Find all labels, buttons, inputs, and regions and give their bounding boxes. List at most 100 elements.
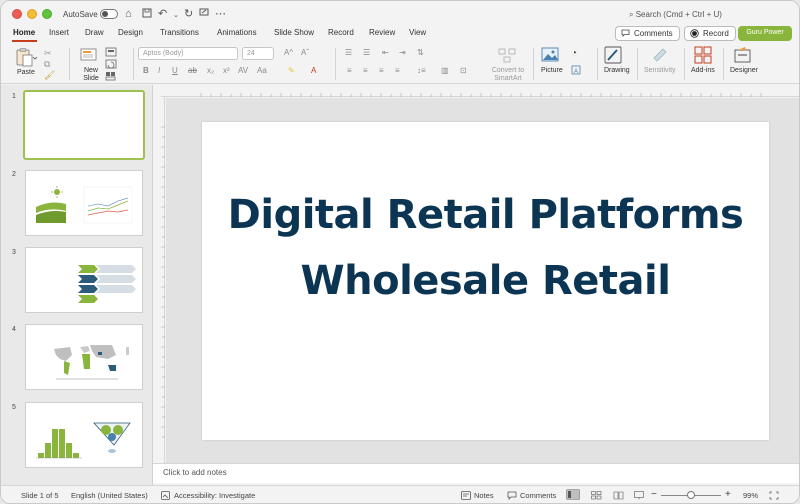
zoom-in-icon[interactable]: +	[725, 489, 731, 500]
comments-toggle-icon[interactable]	[507, 491, 517, 502]
section-icon[interactable]	[105, 71, 119, 83]
italic-icon[interactable]: I	[158, 66, 160, 75]
zoom-out-icon[interactable]: −	[651, 489, 657, 500]
drawing-icon[interactable]	[604, 46, 624, 66]
decrease-font-icon[interactable]: Aˇ	[301, 48, 309, 57]
align-left-icon[interactable]: ≡	[347, 66, 352, 75]
slide-thumbnail-1[interactable]	[23, 90, 145, 160]
font-color-icon[interactable]: A	[311, 66, 316, 75]
ruler-ticks	[200, 93, 762, 97]
undo-icon[interactable]: ↶	[158, 8, 167, 20]
record-button[interactable]: Record	[684, 26, 736, 41]
sensitivity-icon[interactable]	[651, 46, 669, 66]
shapes-icon[interactable]: ◔	[571, 48, 577, 59]
smartart-icon[interactable]	[497, 47, 517, 67]
slide-show-icon[interactable]	[634, 491, 644, 502]
slide-thumbnail-2[interactable]	[25, 170, 143, 236]
increase-indent-icon[interactable]: ⇥	[399, 48, 406, 57]
fit-to-window-icon[interactable]	[769, 491, 779, 502]
autosave-label: AutoSave	[63, 10, 98, 19]
highlight-icon[interactable]: ✎	[288, 66, 295, 75]
maximize-window-button[interactable]	[42, 9, 52, 19]
font-size-dropdown[interactable]: 24	[242, 47, 274, 60]
tab-slide-show[interactable]: Slide Show	[274, 28, 314, 37]
align-right-icon[interactable]: ≡	[379, 66, 384, 75]
columns-icon[interactable]: ▥	[441, 66, 449, 75]
reset-icon[interactable]	[105, 59, 119, 71]
slide-thumbnail-4[interactable]	[25, 324, 143, 390]
tab-home[interactable]: Home	[13, 28, 35, 37]
tab-record[interactable]: Record	[328, 28, 354, 37]
font-name-dropdown[interactable]: Aptos (Body)	[138, 47, 238, 60]
tab-design[interactable]: Design	[118, 28, 143, 37]
autosave-toggle[interactable]	[100, 9, 118, 19]
bullets-icon[interactable]: ☰	[345, 48, 352, 57]
slide-thumbnail-3[interactable]	[25, 247, 143, 313]
text-direction-icon[interactable]: ⇅	[417, 48, 424, 57]
copy-icon[interactable]: ⧉	[44, 59, 50, 70]
save-icon[interactable]	[142, 8, 152, 21]
addins-icon[interactable]	[694, 46, 712, 66]
reading-view-icon[interactable]	[613, 491, 624, 502]
tab-draw[interactable]: Draw	[85, 28, 104, 37]
zoom-level[interactable]: 99%	[743, 491, 758, 500]
format-brush-icon[interactable]: 🖌	[44, 70, 55, 81]
numbering-icon[interactable]: ☰	[363, 48, 370, 57]
new-slide-icon[interactable]	[79, 47, 99, 67]
subscript-icon[interactable]: x₂	[207, 66, 214, 75]
vertical-ruler	[153, 97, 165, 463]
ribbon-separator	[637, 48, 638, 80]
close-window-button[interactable]	[12, 9, 22, 19]
tab-review[interactable]: Review	[369, 28, 395, 37]
search-box[interactable]: ⌕ Search (Cmd + Ctrl + U)	[629, 10, 722, 20]
tab-transitions[interactable]: Transitions	[160, 28, 199, 37]
ruler-ticks	[161, 126, 165, 438]
strikethrough-icon[interactable]: ab	[188, 66, 197, 75]
format-painter-icon[interactable]	[199, 8, 209, 21]
align-text-icon[interactable]: ⊡	[460, 66, 467, 75]
guru-power-button[interactable]: Guru Power	[738, 26, 792, 41]
slide-title[interactable]: Digital Retail Platforms Wholesale Retai…	[202, 182, 769, 314]
picture-icon[interactable]	[541, 47, 561, 65]
underline-icon[interactable]: U	[172, 66, 178, 75]
current-slide[interactable]: Digital Retail Platforms Wholesale Retai…	[202, 122, 769, 440]
increase-font-icon[interactable]: A^	[284, 48, 293, 57]
bold-icon[interactable]: B	[143, 66, 149, 75]
text-effects-icon[interactable]: AV	[238, 66, 248, 75]
notes-toggle-label[interactable]: Notes	[474, 491, 494, 500]
decrease-indent-icon[interactable]: ⇤	[382, 48, 389, 57]
normal-view-icon[interactable]	[566, 489, 580, 502]
comments-button[interactable]: Comments	[615, 26, 680, 41]
change-case-icon[interactable]: Aa	[257, 66, 267, 75]
tab-view[interactable]: View	[409, 28, 426, 37]
notes-toggle-icon[interactable]	[461, 491, 471, 502]
designer-icon[interactable]	[734, 46, 752, 66]
tab-animations[interactable]: Animations	[217, 28, 257, 37]
accessibility-status[interactable]: Accessibility: Investigate	[174, 491, 255, 500]
slide-2-preview	[36, 186, 133, 224]
align-center-icon[interactable]: ≡	[363, 66, 368, 75]
slide-sorter-icon[interactable]	[591, 491, 602, 502]
textbox-icon[interactable]: A	[571, 65, 581, 77]
justify-icon[interactable]: ≡	[395, 66, 400, 75]
more-icon[interactable]: ⋯	[215, 8, 226, 20]
redo-icon[interactable]: ↻	[184, 8, 193, 20]
minimize-window-button[interactable]	[27, 9, 37, 19]
notes-pane[interactable]: Click to add notes	[153, 463, 799, 483]
layout-icon[interactable]	[105, 47, 119, 59]
zoom-slider-handle[interactable]	[687, 491, 695, 499]
tab-insert[interactable]: Insert	[49, 28, 69, 37]
slide-thumbnail-5[interactable]	[25, 402, 143, 468]
record-icon	[690, 29, 699, 40]
paste-icon[interactable]	[15, 47, 38, 69]
home-icon[interactable]: ⌂	[125, 8, 132, 20]
undo-dropdown-icon[interactable]: ⌄	[173, 10, 179, 22]
line-spacing-icon[interactable]: ↕≡	[417, 66, 426, 75]
accessibility-icon[interactable]	[161, 491, 170, 502]
comments-toggle-label[interactable]: Comments	[520, 491, 556, 500]
superscript-icon[interactable]: x²	[223, 66, 230, 75]
language-indicator[interactable]: English (United States)	[71, 491, 148, 500]
slide-5-preview	[36, 422, 131, 459]
cut-icon[interactable]: ✂	[44, 48, 52, 59]
ribbon-separator	[684, 48, 685, 80]
